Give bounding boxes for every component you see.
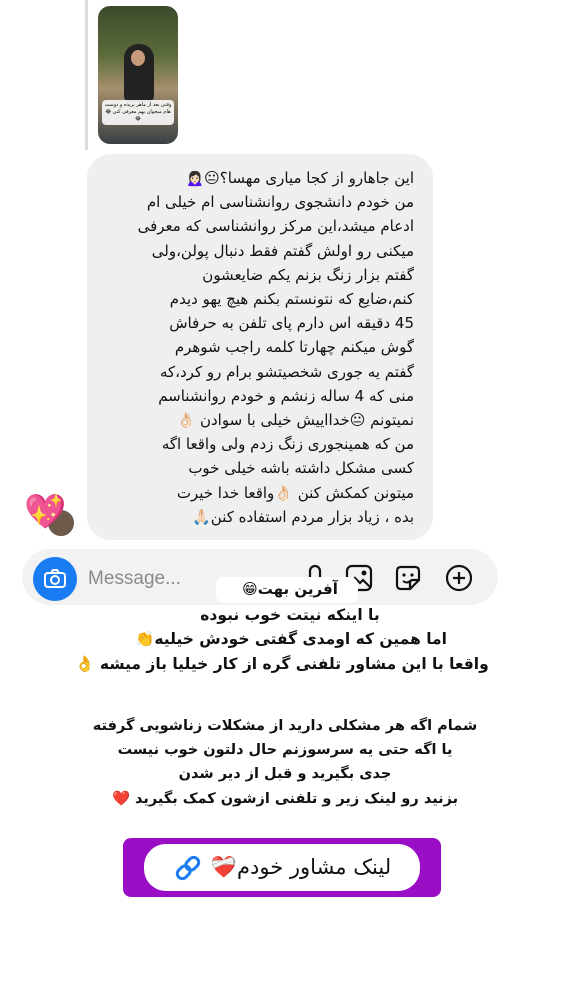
overlay-line-2: با اینکه نیتت خوب نبوده [200,606,380,624]
sender-avatar[interactable]: 💖 [24,492,76,540]
camera-icon [44,569,66,588]
overlay-paragraph-4: بزنید رو لینک زیر و تلفنی ازشون کمک بگیر… [111,791,459,807]
message-text: این جاهارو از کجا میاری مهسا؟😐🙍🏻‍♀️ من خ… [137,169,414,526]
link-icon [175,855,201,880]
camera-button[interactable] [33,557,77,601]
link-sticker-label: لینک مشاور خودم❤️‍🩹 [210,855,392,879]
overlay-line-3: اما همین که اومدی گفتی خودش خیلیه👏 [135,630,447,648]
link-sticker-button[interactable]: لینک مشاور خودم❤️‍🩹 [144,844,420,891]
overlay-paragraph-1: شمام اگه هر مشکلی دارید از مشکلات زناشوی… [92,718,478,734]
story-caption: وقتی بعد از ماهر بریده و دوست هام میخوان… [102,100,174,125]
story-reply-thumbnail[interactable]: وقتی بعد از ماهر بریده و دوست هام میخوان… [98,6,178,144]
overlay-line-1: آفرین بهت😁 [242,580,338,598]
plus-icon[interactable] [444,563,474,593]
sticker-icon[interactable] [393,563,423,593]
overlay-paragraph-3: جدی بگیرید و قبل از دیر شدن [178,766,392,782]
story-person-face [131,50,145,66]
overlay-line-4: واقعا با این مشاور تلفنی گره از کار خیلی… [75,655,489,673]
reply-thread-line [85,0,88,150]
overlay-paragraph-2: یا اگه حتی یه سرسوزنم حال دلتون خوب نیست [117,742,453,758]
sparkling-heart-icon: 💖 [24,492,67,532]
